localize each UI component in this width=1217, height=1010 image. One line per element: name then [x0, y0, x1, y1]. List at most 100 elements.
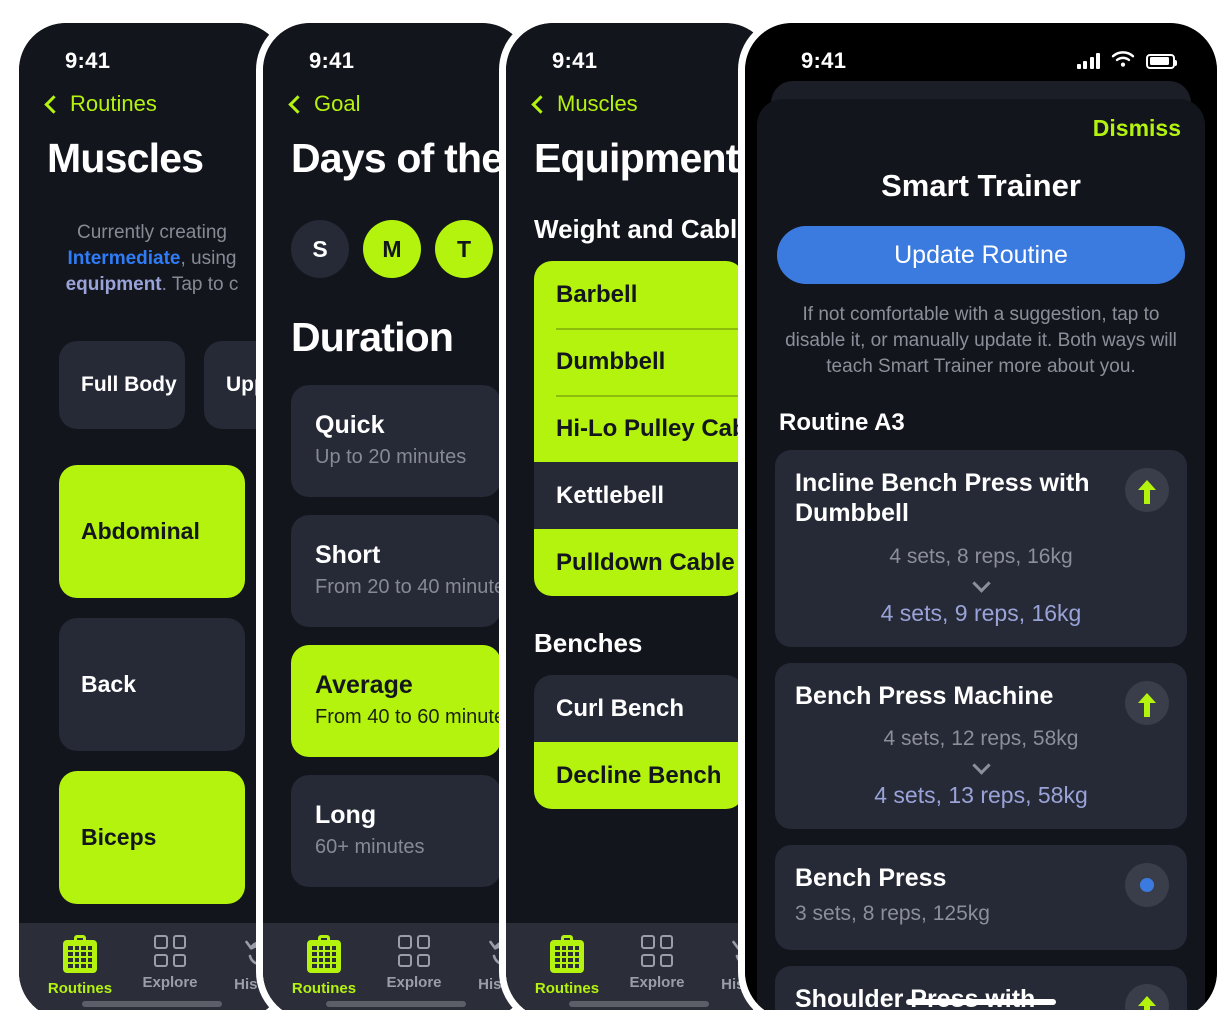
group-header-benches: Benches	[534, 628, 643, 658]
suggestion-badge-dot[interactable]	[1125, 863, 1169, 908]
tab-label-explore: Explore	[629, 974, 685, 991]
dot-icon	[1140, 878, 1154, 893]
status-time: 9:41	[65, 48, 111, 73]
exercise-card-incline-bench-press[interactable]: Incline Bench Press with Dumbbell 4 sets…	[775, 449, 1187, 647]
battery-icon	[1146, 53, 1177, 69]
sheet-description: If not comfortable with a suggestion, ta…	[785, 304, 1177, 378]
home-indicator	[326, 1001, 466, 1007]
phone-4-smart-trainer: 9:41 Dismiss Smart Trainer Update Routin…	[738, 16, 1217, 1010]
equipment-row-kettlebell[interactable]: Kettlebell	[534, 462, 744, 529]
chip-full-body[interactable]: Full Body	[59, 340, 185, 429]
duration-title: Quick	[315, 411, 385, 439]
page-title: Muscles	[47, 135, 204, 181]
grid-icon	[641, 935, 673, 967]
update-routine-button[interactable]: Update Routine	[777, 226, 1185, 284]
level-link[interactable]: Intermediate	[68, 248, 181, 269]
screenshot-stage: 9:41 Routines Muscles Currently creating…	[0, 0, 1217, 1010]
home-indicator	[569, 1001, 709, 1007]
status-time: 9:41	[552, 48, 598, 73]
exercise-name: Shoulder Press with Dumbbell	[795, 984, 1036, 1010]
tab-explore[interactable]: Explore	[612, 935, 702, 991]
equipment-row-dumbbell[interactable]: Dumbbell	[534, 328, 744, 395]
back-button-goal[interactable]: Goal	[263, 91, 529, 117]
duration-title: Long	[315, 801, 377, 829]
tab-label-routines: Routines	[291, 980, 357, 997]
equipment-link[interactable]: equipment	[66, 274, 162, 295]
sheet-title: Smart Trainer	[881, 168, 1081, 203]
suggestion-badge-up[interactable]	[1125, 983, 1169, 1010]
phone-2-days-duration: 9:41 Goal Days of the S M T W Duration Q…	[256, 16, 536, 1010]
tab-label-routines: Routines	[47, 980, 113, 997]
tab-label-explore: Explore	[142, 974, 198, 991]
duration-card-average[interactable]: Average From 40 to 60 minutes	[291, 645, 516, 757]
duration-card-quick[interactable]: Quick Up to 20 minutes	[291, 385, 501, 497]
status-bar-4: 9:41	[745, 23, 1217, 85]
equipment-row-curl-bench[interactable]: Curl Bench	[534, 675, 744, 742]
tab-routines[interactable]: Routines	[279, 935, 369, 997]
day-chip-t[interactable]: T	[435, 220, 493, 278]
suggestion-badge-up[interactable]	[1125, 467, 1169, 512]
chevron-left-icon	[44, 94, 63, 114]
exercise-old-value: 4 sets, 12 reps, 58kg	[883, 727, 1079, 751]
duration-card-long[interactable]: Long 60+ minutes	[291, 775, 501, 887]
page-title: Days of the	[291, 135, 504, 181]
exercise-new-value: 4 sets, 13 reps, 58kg	[874, 782, 1088, 809]
back-button-routines[interactable]: Routines	[19, 91, 285, 117]
suggestion-badge-up[interactable]	[1125, 680, 1169, 725]
equipment-group-benches: Curl Bench Decline Bench	[534, 675, 744, 809]
tab-label-routines: Routines	[534, 980, 600, 997]
muscle-card-back[interactable]: Back	[59, 617, 245, 751]
screen-smart-trainer: 9:41 Dismiss Smart Trainer Update Routin…	[745, 23, 1217, 1010]
day-chip-m[interactable]: M	[363, 220, 421, 278]
tab-routines[interactable]: Routines	[522, 935, 612, 997]
status-bar-1: 9:41	[19, 23, 285, 85]
status-bar-3: 9:41	[506, 23, 772, 85]
page-title: Equipment	[534, 135, 739, 181]
exercise-list: Incline Bench Press with Dumbbell 4 sets…	[757, 449, 1205, 1010]
day-selector: S M T W	[263, 220, 529, 278]
duration-subtitle: Up to 20 minutes	[315, 446, 467, 468]
clipboard-icon	[63, 935, 97, 973]
desc-line-2: , using	[180, 248, 237, 270]
phone-1-muscles: 9:41 Routines Muscles Currently creating…	[12, 16, 292, 1010]
home-indicator	[906, 999, 1056, 1005]
back-label: Goal	[314, 91, 361, 116]
duration-card-short[interactable]: Short From 20 to 40 minutes	[291, 515, 515, 627]
status-icons	[1076, 50, 1177, 73]
duration-subtitle: 60+ minutes	[315, 836, 425, 858]
exercise-card-bench-press-machine[interactable]: Bench Press Machine 4 sets, 12 reps, 58k…	[775, 662, 1187, 830]
exercise-card-bench-press[interactable]: Bench Press 3 sets, 8 reps, 125kg	[775, 845, 1187, 950]
tab-routines[interactable]: Routines	[35, 935, 125, 997]
muscle-card-biceps[interactable]: Biceps	[59, 770, 245, 904]
chevron-down-icon	[795, 573, 1167, 593]
equipment-row-pulldown-cable[interactable]: Pulldown Cable	[534, 529, 744, 596]
tab-explore[interactable]: Explore	[125, 935, 215, 991]
wifi-icon	[1111, 50, 1135, 73]
equipment-row-hi-lo-pulley-cable[interactable]: Hi-Lo Pulley Cable	[534, 395, 744, 462]
group-header-weight-cables: Weight and Cables	[534, 214, 767, 244]
exercise-old-value: 4 sets, 8 reps, 16kg	[889, 544, 1073, 568]
grid-icon	[154, 935, 186, 967]
equipment-row-decline-bench[interactable]: Decline Bench	[534, 742, 744, 809]
screen-equipment: 9:41 Muscles Equipment Weight and Cables…	[506, 23, 772, 1010]
tab-label-explore: Explore	[386, 974, 442, 991]
exercise-name: Incline Bench Press with Dumbbell	[795, 468, 1090, 528]
clipboard-icon	[550, 935, 584, 973]
muscle-card-abdominal[interactable]: Abdominal	[59, 464, 245, 598]
day-chip-s[interactable]: S	[291, 220, 349, 278]
desc-line-3: . Tap to c	[161, 274, 239, 296]
tab-explore[interactable]: Explore	[369, 935, 459, 991]
duration-subtitle: From 40 to 60 minutes	[315, 706, 516, 728]
chevron-left-icon	[531, 94, 550, 114]
desc-line-1: Currently creating	[77, 222, 227, 243]
duration-title: Short	[315, 541, 381, 569]
chevron-left-icon	[288, 94, 307, 114]
duration-list: Quick Up to 20 minutes Short From 20 to …	[263, 385, 529, 887]
back-button-muscles[interactable]: Muscles	[506, 91, 772, 117]
smart-trainer-sheet: Dismiss Smart Trainer Update Routine If …	[757, 99, 1205, 1010]
body-part-chips: Full Body Upper	[19, 340, 285, 429]
equipment-row-barbell[interactable]: Barbell	[534, 261, 744, 328]
status-time: 9:41	[801, 48, 847, 73]
cellular-signal-icon	[1076, 53, 1100, 69]
dismiss-button[interactable]: Dismiss	[1093, 115, 1181, 142]
